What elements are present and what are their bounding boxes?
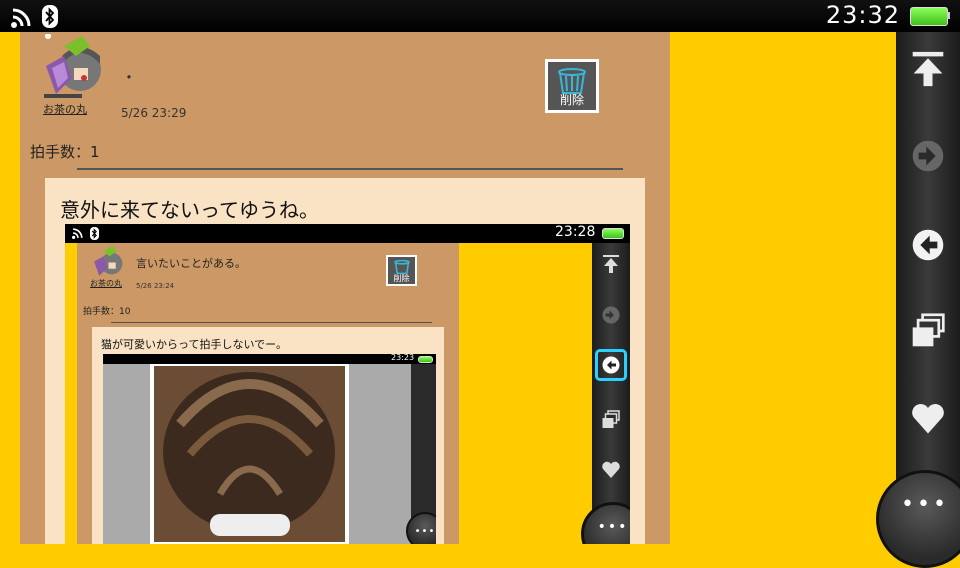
nested-comment: 猫が可愛いからって拍手しないでー。 <box>101 338 288 351</box>
bluetooth-icon <box>90 227 99 240</box>
forward-icon <box>912 140 944 172</box>
avatar[interactable] <box>42 34 104 100</box>
heart-icon <box>602 461 620 478</box>
wifi-icon <box>11 8 31 28</box>
nested-comment-card: 猫が可愛いからって拍手しないでー。 23:23 ••• <box>92 327 444 544</box>
trash-icon <box>393 260 410 274</box>
post-timestamp: 5/26 23:29 <box>121 106 187 120</box>
user-name-link[interactable]: お茶の丸 <box>43 101 87 117</box>
trash-icon <box>558 68 586 94</box>
forward-button[interactable] <box>896 131 960 181</box>
back-button[interactable] <box>896 220 960 270</box>
comment-text: 意外に来てないってゆうね。 <box>60 198 319 222</box>
windows-icon <box>602 410 620 428</box>
battery-icon <box>910 7 948 26</box>
right-toolbar <box>896 32 960 544</box>
back-icon <box>602 356 620 374</box>
nested-status-bar: 23:28 <box>65 224 630 243</box>
inner-clock: 23:23 <box>391 354 415 362</box>
scroll-top-icon <box>603 255 619 273</box>
scroll-top-button[interactable] <box>896 44 960 94</box>
nested-delete-button: 削除 <box>386 255 417 286</box>
forward-icon <box>602 306 620 324</box>
status-bar: 23:32 <box>0 0 960 32</box>
windows-button[interactable] <box>896 306 960 356</box>
bluetooth-icon <box>42 5 58 28</box>
divider <box>77 168 623 170</box>
heart-icon <box>912 404 944 434</box>
delete-button[interactable]: 削除 <box>545 59 599 113</box>
inner-screenshot: 23:23 ••• <box>103 354 436 544</box>
more-icon: ••• <box>901 491 949 517</box>
applause-count: 拍手数：1 <box>30 143 100 161</box>
wifi-icon <box>72 228 83 239</box>
delete-label: 削除 <box>559 93 584 107</box>
nested-toolbar <box>592 243 630 544</box>
nested-more-button: ••• <box>581 502 630 544</box>
more-button[interactable]: ••• <box>876 470 960 568</box>
nested-panel: お茶の丸 言いたいことがある。 5/26 23:24 削除 拍手数：10 猫が可… <box>77 243 459 544</box>
post-message: ・ <box>121 68 138 87</box>
nested-user-name: お茶の丸 <box>90 279 122 288</box>
attached-screenshot[interactable]: 23:28 お茶の丸 言いたいことがある。 5/26 23:24 削除 拍手数：… <box>65 224 630 544</box>
comment-card: 意外に来てないってゆうね。 23:28 お茶の丸 言いたいことがある。 5/26… <box>45 178 645 544</box>
nested-clock: 23:28 <box>555 224 596 240</box>
nested-delete-label: 削除 <box>393 274 410 283</box>
windows-icon <box>912 313 945 347</box>
nested-timestamp: 5/26 23:24 <box>136 282 175 290</box>
battery-icon <box>602 228 624 239</box>
scroll-top-icon <box>912 51 944 87</box>
nested-message: 言いたいことがある。 <box>136 257 246 270</box>
nested-applause: 拍手数：10 <box>83 307 131 317</box>
nested-back-selected <box>595 349 627 381</box>
favorite-button[interactable] <box>896 394 960 444</box>
cat-photo <box>150 364 349 544</box>
status-clock: 23:32 <box>825 1 900 29</box>
back-icon <box>912 229 944 261</box>
avatar <box>94 246 123 276</box>
